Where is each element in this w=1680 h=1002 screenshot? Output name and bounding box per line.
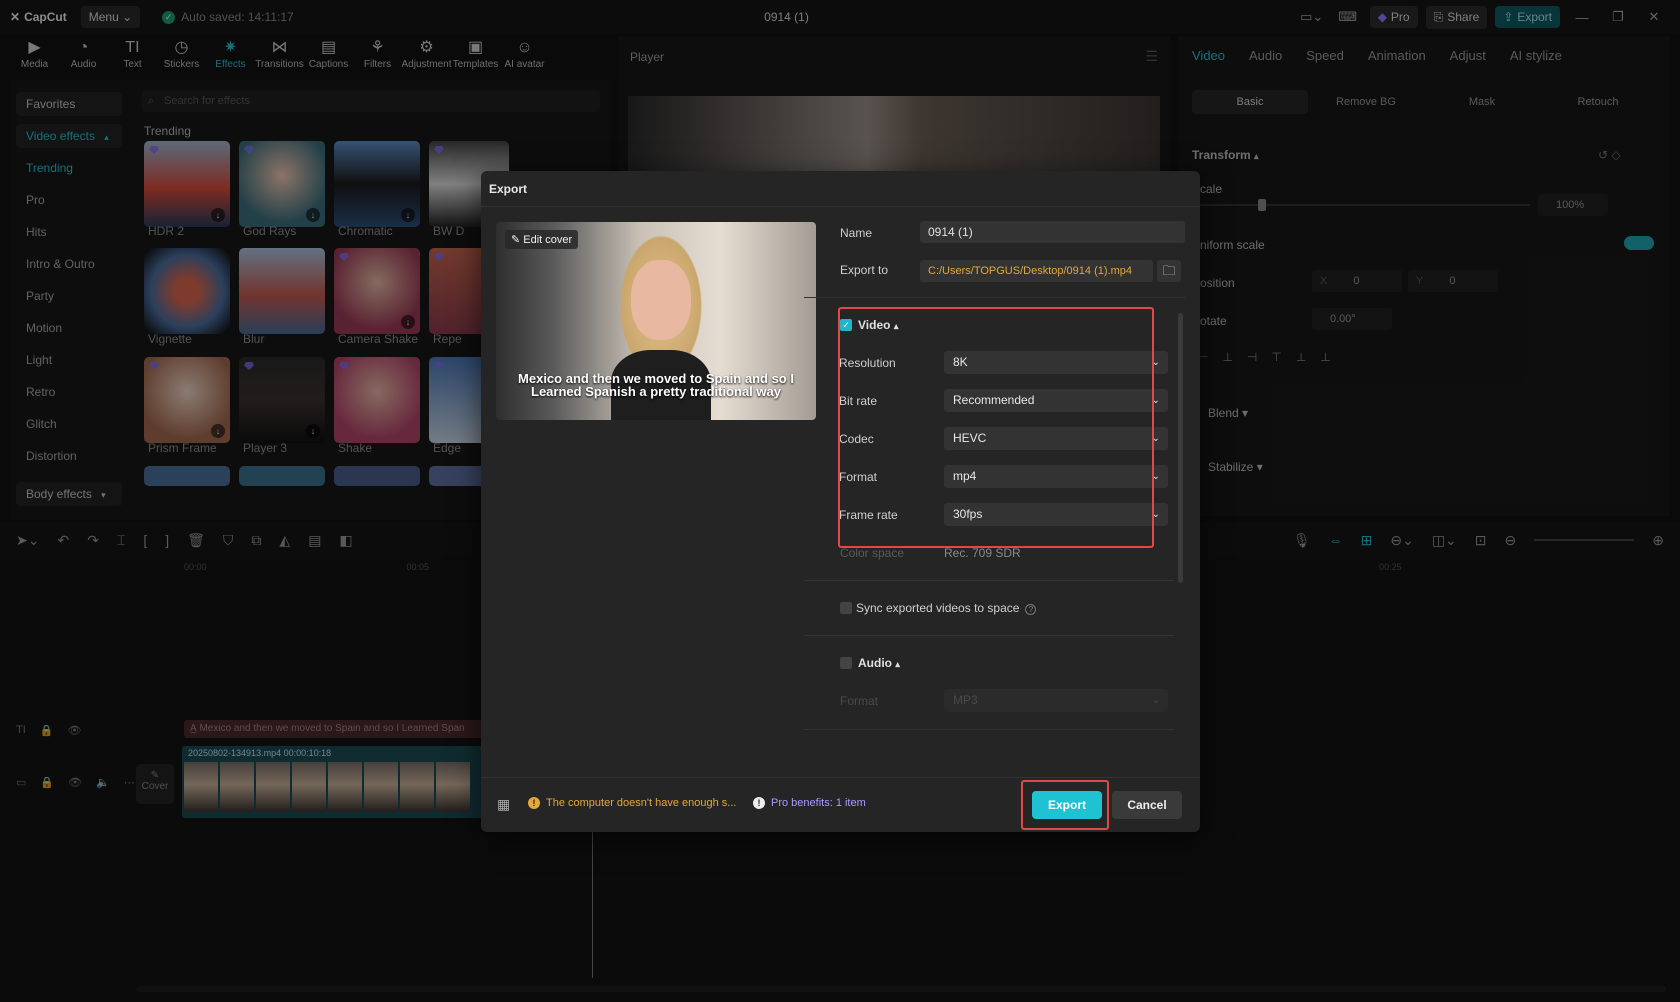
cover-preview: ✎ Edit cover Mexico and then we moved to…	[496, 222, 816, 420]
dialog-scrollbar[interactable]	[1178, 313, 1183, 583]
export-dialog: Export ✎ Edit cover Mexico and then we m…	[481, 171, 1200, 832]
help-icon[interactable]: ?	[1025, 604, 1037, 615]
storage-warning[interactable]: ! The computer doesn't have enough s...	[528, 797, 736, 809]
audio-format-select: MP3 ⌄	[944, 689, 1168, 712]
edit-cover-button[interactable]: ✎ Edit cover	[505, 230, 579, 249]
cover-caption: Mexico and then we moved to Spain and so…	[518, 371, 794, 399]
chevron-down-icon: ⌄	[1151, 695, 1160, 706]
export-button[interactable]: Export	[1032, 791, 1102, 819]
export-path-input[interactable]: C:/Users/TOPGUS/Desktop/0914 (1).mp4	[920, 260, 1153, 282]
video-settings-highlight	[838, 307, 1154, 548]
pro-benefits-link[interactable]: ! Pro benefits: 1 item	[753, 797, 866, 809]
film-icon[interactable]: ▦	[497, 796, 510, 813]
folder-icon[interactable]: 🗀	[1157, 260, 1181, 282]
cancel-button[interactable]: Cancel	[1112, 791, 1182, 819]
sync-checkbox[interactable]	[840, 602, 852, 614]
warning-icon: !	[528, 797, 540, 809]
name-input[interactable]: 0914 (1)	[920, 221, 1185, 243]
pencil-icon: ✎	[511, 234, 521, 246]
color-space-label: Color space	[840, 546, 905, 560]
audio-format-label: Format	[840, 694, 879, 708]
sync-label: Sync exported videos to space?	[856, 601, 1037, 615]
chevron-up-icon: ▴	[895, 659, 900, 669]
dialog-title: Export	[489, 182, 528, 196]
audio-checkbox[interactable]	[840, 657, 852, 669]
info-icon: !	[753, 797, 765, 809]
color-space-value: Rec. 709 SDR	[944, 546, 1021, 560]
audio-section-title[interactable]: Audio ▴	[858, 656, 900, 670]
name-label: Name	[840, 226, 873, 240]
export-to-label: Export to	[840, 263, 889, 277]
